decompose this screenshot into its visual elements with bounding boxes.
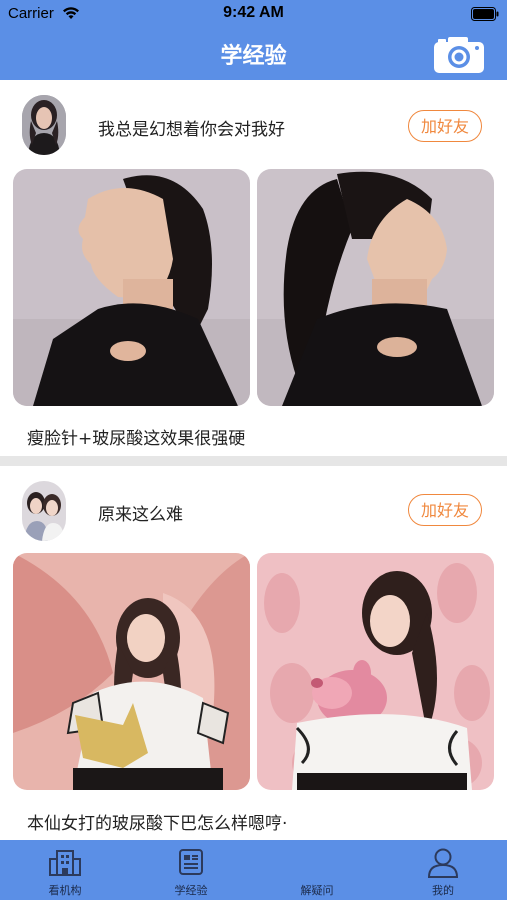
nav-bar: 学经验 <box>0 28 507 80</box>
battery-icon <box>471 7 499 25</box>
post-caption: 瘦脸针+玻尿酸这效果很强硬 <box>27 429 246 449</box>
username[interactable]: 我总是幻想着你会对我好 <box>98 115 285 140</box>
tab-label: 解疑问 <box>300 884 334 897</box>
camera-button[interactable] <box>433 36 485 74</box>
tab-experience[interactable]: 学经验 <box>128 840 254 900</box>
post-card: 原来这么难 加好友 本仙女打的玻尿酸下巴怎么样嗯哼· <box>0 466 507 840</box>
feed[interactable]: 我总是幻想着你会对我好 加好友 瘦脸针+玻尿酸这效果很强硬 原来这么难 加好友 … <box>0 80 507 840</box>
camera-icon <box>434 37 484 73</box>
tab-questions[interactable]: 解疑问 <box>254 840 380 900</box>
post-photo[interactable] <box>257 169 494 406</box>
tab-bar: 看机构 学经验 解疑问 我的 <box>0 840 507 900</box>
add-friend-button[interactable]: 加好友 <box>408 494 482 526</box>
status-bar: Carrier 9:42 AM <box>0 0 507 28</box>
app-screen: Carrier 9:42 AM 学经验 我总是幻想着你会对我好 加好友 瘦脸针+… <box>0 0 507 900</box>
tab-profile[interactable]: 我的 <box>380 840 506 900</box>
page-title: 学经验 <box>220 44 287 69</box>
person-icon <box>380 848 506 882</box>
tab-label: 看机构 <box>48 884 82 897</box>
building-icon <box>2 848 128 880</box>
post-divider <box>0 456 507 466</box>
post-photo[interactable] <box>13 169 250 406</box>
post-photo[interactable] <box>257 553 494 790</box>
tab-label: 学经验 <box>174 884 208 897</box>
post-card: 我总是幻想着你会对我好 加好友 瘦脸针+玻尿酸这效果很强硬 <box>0 80 507 456</box>
notebook-icon <box>128 848 254 880</box>
tab-institutions[interactable]: 看机构 <box>2 840 128 900</box>
status-time: 9:42 AM <box>223 4 284 21</box>
tab-label: 我的 <box>432 884 454 897</box>
post-photo[interactable] <box>13 553 250 790</box>
add-friend-button[interactable]: 加好友 <box>408 110 482 142</box>
avatar[interactable] <box>22 481 66 541</box>
username[interactable]: 原来这么难 <box>98 500 183 525</box>
avatar[interactable] <box>22 95 66 155</box>
post-caption: 本仙女打的玻尿酸下巴怎么样嗯哼· <box>27 814 288 834</box>
